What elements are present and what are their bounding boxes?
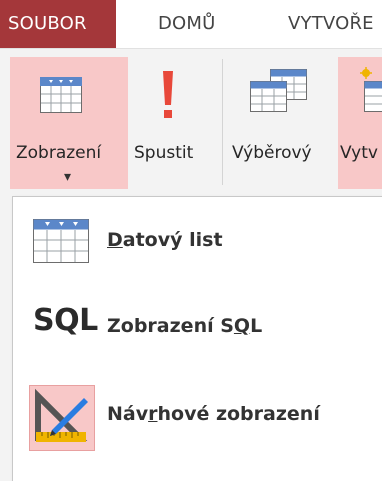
tab-vytvorit[interactable]: VYTVOŘE xyxy=(288,0,374,48)
make-table-label: Vytv xyxy=(340,143,378,163)
menu-item-sql-view[interactable]: SQL Zobrazení SQL xyxy=(13,295,382,365)
select-query-label: Výběrový xyxy=(232,143,312,163)
datasheet-grid-icon xyxy=(33,219,89,263)
run-button[interactable]: Spustit xyxy=(128,57,214,189)
select-query-button[interactable]: Výběrový xyxy=(228,57,336,189)
tab-domu[interactable]: DOMŮ xyxy=(158,0,216,48)
menu-item-datasheet[interactable]: Datový list xyxy=(13,209,382,279)
design-view-icon xyxy=(29,385,95,451)
select-query-grid-icon xyxy=(250,69,308,115)
nav-pane-edge xyxy=(0,196,12,480)
run-button-label: Spustit xyxy=(134,143,193,163)
tab-soubor[interactable]: SOUBOR xyxy=(0,0,116,48)
chevron-down-icon: ▾ xyxy=(64,169,71,185)
view-button-label: Zobrazení xyxy=(16,143,101,163)
datasheet-grid-icon xyxy=(40,77,82,113)
menu-item-datasheet-label: Datový list xyxy=(107,229,223,251)
view-button[interactable]: Zobrazení ▾ xyxy=(10,57,128,189)
ribbon-tab-bar: SOUBOR DOMŮ VYTVOŘE xyxy=(0,0,382,48)
view-dropdown-menu: Datový list SQL Zobrazení SQL Návrhové z… xyxy=(12,196,382,481)
menu-item-design-view-label: Návrhové zobrazení xyxy=(107,403,320,425)
sql-icon: SQL xyxy=(33,303,98,338)
make-table-button[interactable]: Vytv xyxy=(338,57,382,189)
ribbon-results-group: Zobrazení ▾ Spustit Výběrový xyxy=(0,48,382,197)
menu-item-sql-view-label: Zobrazení SQL xyxy=(107,315,262,337)
group-separator xyxy=(222,59,223,185)
exclamation-icon xyxy=(160,71,176,119)
make-table-icon xyxy=(358,67,382,115)
menu-item-design-view[interactable]: Návrhové zobrazení xyxy=(13,381,382,451)
